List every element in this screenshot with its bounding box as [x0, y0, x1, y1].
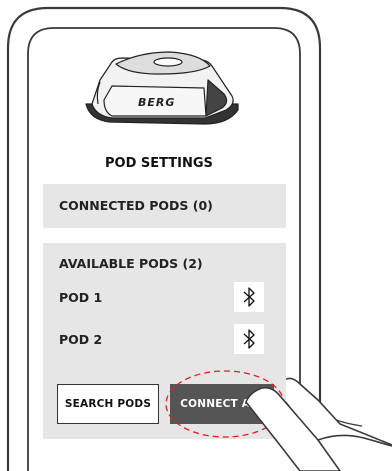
- tap-highlight: [165, 370, 392, 471]
